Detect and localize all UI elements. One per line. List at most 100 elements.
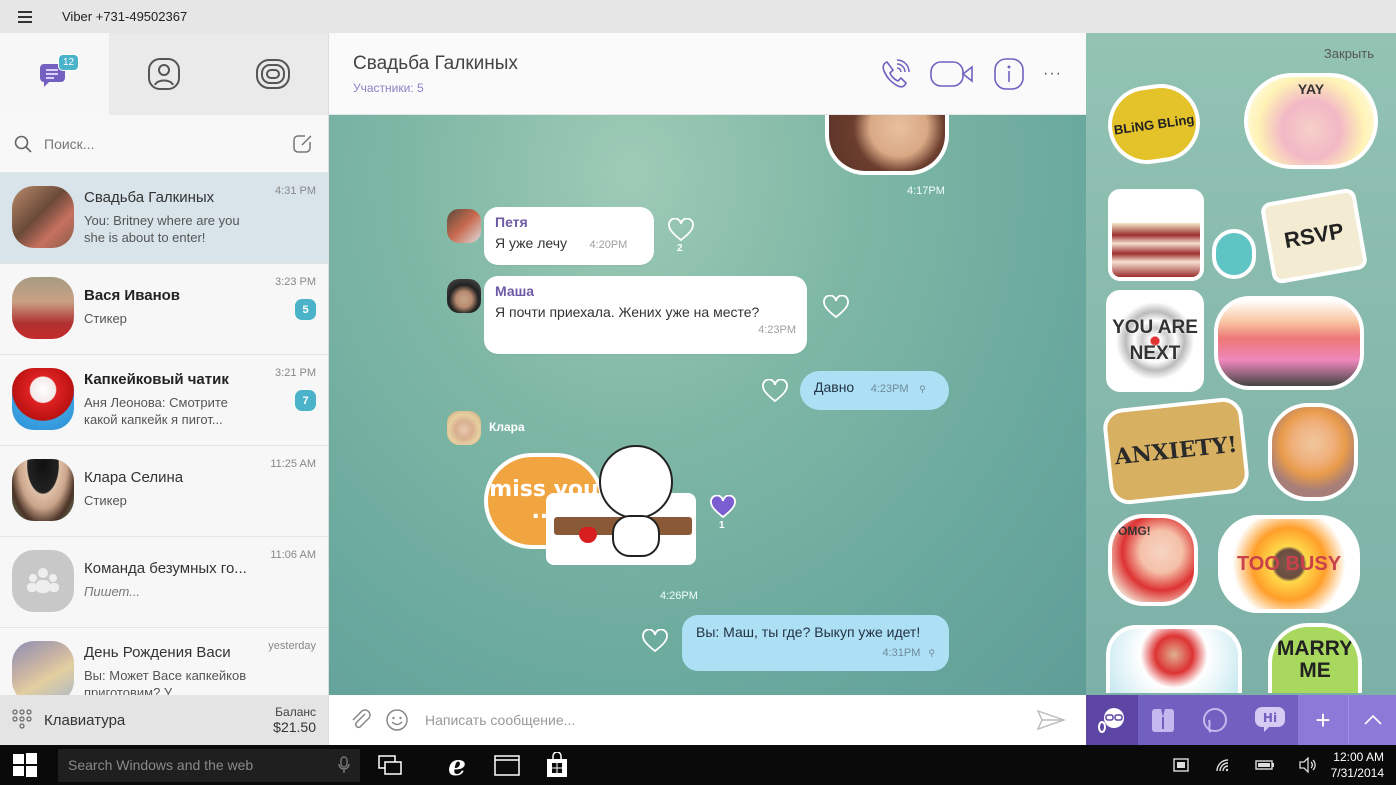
hi-pack-icon: Hi	[1255, 707, 1285, 732]
pug-sticker[interactable]	[825, 115, 949, 175]
like-heart-icon[interactable]	[668, 218, 694, 242]
participants-count[interactable]: Участники: 5	[353, 81, 518, 95]
battery-button[interactable]	[1243, 745, 1287, 785]
message-text: Я уже лечу	[495, 235, 567, 251]
message-text: Я почти приехала. Жених уже на месте?	[495, 304, 760, 320]
sticker-bike-couple[interactable]	[1106, 625, 1242, 693]
sticker-money-bag[interactable]	[1212, 229, 1256, 279]
emoji-smiley-icon[interactable]	[385, 708, 409, 732]
message-time: 4:20PM	[589, 239, 628, 251]
location-pin-icon: ⚲	[928, 648, 935, 658]
like-heart-icon[interactable]	[642, 629, 668, 653]
sticker-pack-tab-hi[interactable]: Hi	[1242, 695, 1298, 745]
sticker-anxiety[interactable]: ANXIETY!	[1101, 395, 1251, 507]
windows-taskbar: e 12:00 AM 7/31/2014	[0, 745, 1396, 785]
sticker-too-busy[interactable]: TOO BUSY	[1218, 515, 1360, 613]
sticker-pack-tab-elephant[interactable]	[1188, 695, 1242, 745]
message-time: 4:17PM	[907, 185, 945, 197]
message-input[interactable]	[425, 712, 1036, 728]
system-clock[interactable]: 12:00 AM 7/31/2014	[1331, 749, 1384, 781]
chat-item[interactable]: Команда безумных го... Пишет... 11:06 AM	[0, 537, 328, 628]
file-explorer-button[interactable]	[482, 745, 532, 785]
chat-item[interactable]: Вася Иванов Стикер 3:23 PM 5	[0, 264, 328, 355]
sticker-pack-tab-suit[interactable]	[1138, 695, 1188, 745]
tab-chats[interactable]: 12	[0, 33, 110, 115]
sticker-marry-me[interactable]: MARRY ME	[1268, 623, 1362, 693]
message-time: 4:23PM	[758, 324, 796, 336]
chat-item[interactable]: Клара Селина Стикер 11:25 AM	[0, 446, 328, 537]
sender-avatar[interactable]	[447, 411, 481, 445]
sticker-nervous-guy[interactable]	[1268, 403, 1358, 501]
sticker-party-girls[interactable]	[1214, 296, 1364, 390]
clock-time: 12:00 AM	[1333, 750, 1384, 764]
store-button[interactable]	[532, 745, 582, 785]
keypad-button[interactable]: Клавиатура	[44, 712, 273, 729]
sticker-omg[interactable]: OMG!	[1108, 514, 1198, 606]
volume-button[interactable]	[1287, 745, 1331, 785]
sticker-cake-couple[interactable]	[1108, 189, 1204, 281]
chat-item[interactable]: Капкейковый чатик Аня Леонова: Смотрите к…	[0, 355, 328, 446]
sticker-rsvp[interactable]: RSVP	[1259, 187, 1369, 285]
tab-contacts[interactable]	[109, 33, 218, 115]
chats-unread-badge: 12	[58, 54, 80, 71]
like-heart-icon[interactable]	[823, 295, 849, 319]
chat-preview: Вы: Может Васе капкейков приготовим? У	[84, 668, 247, 695]
message-bubble[interactable]: Маша Я почти приехала. Жених уже на мест…	[484, 276, 807, 354]
action-center-button[interactable]	[1159, 745, 1203, 785]
chat-name: Вася Иванов	[84, 287, 181, 304]
taskbar-search-input[interactable]	[68, 757, 338, 773]
action-center-icon	[1172, 758, 1189, 772]
chat-item[interactable]: День Рождения Васи Вы: Может Васе капкейк…	[0, 628, 328, 695]
contact-icon	[147, 58, 180, 90]
sticker-bling[interactable]: BLiNG BLing	[1103, 78, 1205, 170]
store-bag-icon	[547, 752, 567, 777]
wifi-icon	[1215, 759, 1228, 772]
wifi-button[interactable]	[1203, 745, 1243, 785]
message-bubble-outgoing[interactable]: Вы: Маш, ты где? Выкуп уже идет! 4:31PM ⚲	[682, 615, 949, 671]
liked-heart-icon[interactable]	[710, 495, 736, 519]
windows-logo-icon	[13, 753, 37, 777]
suit-pack-icon	[1152, 709, 1174, 732]
add-sticker-pack-button[interactable]: +	[1298, 695, 1348, 745]
miss-you-sticker[interactable]: miss you ...	[484, 445, 702, 585]
sticker-yay[interactable]: YAY	[1244, 73, 1378, 169]
message-area[interactable]: 4:17PM Петя Я уже лечу 4:20PM 2 Маша Я п…	[329, 115, 1086, 695]
close-sticker-panel-button[interactable]: Закрыть	[1324, 46, 1374, 61]
sticker-panel: Закрыть BLiNG BLing YAY RSVP YOU ARE NEX…	[1086, 33, 1396, 745]
chat-preview: Стикер	[84, 493, 127, 508]
sender-avatar[interactable]	[447, 279, 481, 313]
microphone-icon[interactable]	[338, 756, 350, 774]
sticker-you-are-next[interactable]: YOU ARE NEXT	[1106, 290, 1204, 392]
attach-paperclip-icon[interactable]	[349, 708, 373, 732]
task-view-button[interactable]	[360, 745, 420, 785]
phone-icon	[882, 58, 910, 88]
chat-time: 3:21 PM	[275, 367, 316, 379]
chat-name: Капкейковый чатик	[84, 371, 229, 388]
voice-call-button[interactable]	[879, 58, 911, 90]
message-time: 4:26PM	[660, 590, 698, 602]
message-bubble[interactable]: Петя Я уже лечу 4:20PM	[484, 207, 654, 265]
sender-avatar[interactable]	[447, 209, 481, 243]
video-call-button[interactable]	[929, 59, 975, 89]
more-options-button[interactable]: ···	[1043, 65, 1062, 83]
expand-sticker-panel-button[interactable]	[1348, 695, 1396, 745]
info-button[interactable]	[993, 57, 1025, 91]
tab-public-chats[interactable]: *	[219, 33, 389, 115]
sticker-character	[599, 445, 673, 519]
menu-button[interactable]	[0, 0, 50, 33]
start-button[interactable]	[0, 745, 50, 785]
edge-browser-button[interactable]: e	[432, 745, 482, 785]
dialpad-icon[interactable]	[12, 709, 32, 731]
balance: Баланс $21.50	[273, 705, 316, 736]
message-bubble-outgoing[interactable]: Давно 4:23PM ⚲	[800, 371, 949, 410]
sticker-pack-tab-geek[interactable]	[1086, 695, 1138, 745]
compose-icon[interactable]	[292, 133, 314, 155]
chat-item[interactable]: Свадьба Галкиных You: Britney where are y…	[0, 173, 328, 264]
search-input[interactable]	[44, 135, 292, 152]
window-title: Viber +731-49502367	[62, 9, 188, 24]
conversation-title: Свадьба Галкиных	[353, 52, 518, 74]
avatar	[12, 641, 74, 695]
send-icon[interactable]	[1036, 709, 1066, 731]
more-icon: ···	[1043, 64, 1062, 82]
like-heart-icon[interactable]	[762, 379, 788, 403]
